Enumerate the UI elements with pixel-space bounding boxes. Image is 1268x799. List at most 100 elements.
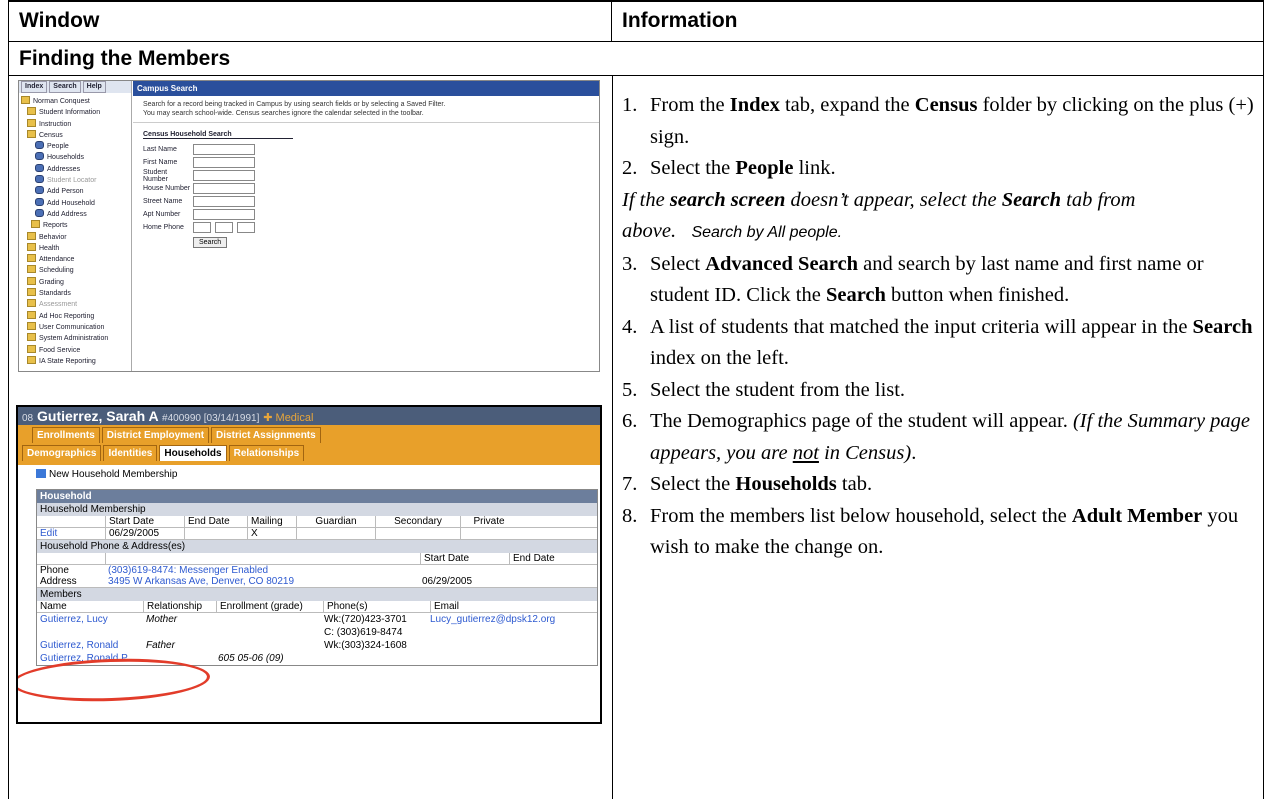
form-row: First Name [143,156,589,169]
tab-search: Search [49,81,81,93]
members-subheader: Members [37,588,597,601]
step-2: 2. Select the People link. [622,157,836,179]
household-band: Household [37,490,597,503]
phone-address-subheader: Household Phone & Address(es) [37,540,597,553]
tab-identities: Identities [103,445,158,461]
search-description-line: Search for a record being tracked in Cam… [143,101,446,108]
tree-item: Food Service [21,344,129,356]
folder-icon [27,254,36,263]
tree-item: Attendance [21,254,129,265]
membership-subheader: Household Membership [37,503,597,516]
campus-search-title: Campus Search [133,81,599,96]
search-note: If the search screen doesn’t appear, sel… [622,188,1136,243]
tree-item: Grading [21,276,129,288]
form-row: Last Name [143,143,589,156]
tab-index: Index [21,81,48,93]
folder-icon [21,96,30,104]
tree-item: Norman Conquest [21,96,129,107]
step-8: 8. From the members list below household,… [622,504,1239,559]
tree-item: Ad Hoc Reporting [21,310,129,322]
street-name-input [193,196,255,207]
tree-item: People [21,141,129,152]
tree-item: Add Address [21,208,129,220]
tree-item: Student Information [21,107,129,118]
tree-item: Addresses [21,163,129,175]
search-button: Search [193,237,228,248]
field-label: House Number [143,185,191,192]
tree-item: Reports [21,220,129,231]
search-description: Search for a record being tracked in Cam… [133,96,599,123]
last-name-input [193,144,255,155]
tree-item: Assessment [21,299,129,310]
form-row: House Number [143,182,589,195]
field-label: Home Phone [143,224,184,231]
header-prefix: 08 [22,413,34,424]
folder-icon [27,276,36,285]
member-name-link: Gutierrez, Ronald [40,640,119,651]
folder-icon [27,265,36,274]
first-name-input [193,157,255,168]
folder-icon [27,107,36,116]
form-row: Street Name [143,195,589,208]
apt-number-input [193,209,255,220]
tree-item: IA State Reporting [21,355,129,367]
step-1: 1. From the Index tab, expand the Census … [622,94,1254,148]
information-column-header: Information [612,0,1263,42]
member-row: Gutierrez, Ronald Father Wk:(303)324-160… [37,639,597,652]
field-label: Street Name [143,198,183,205]
index-tabs: Index Search Help [19,81,131,93]
folder-icon [27,333,36,342]
phone-row: Phone (303)619-8474: Messenger Enabled [40,565,269,576]
field-label: Last Name [143,146,177,153]
folder-icon [27,321,36,330]
folder-icon [27,288,36,297]
tree-item: Instruction [21,118,129,130]
households-screenshot: 08 Gutierrez, Sarah A #400990 [03/14/199… [16,405,602,724]
index-tree: Norman Conquest Student Information Inst… [19,93,131,370]
address-row: Address 3495 W Arkansas Ave, Denver, CO … [37,576,597,588]
member-row: C: (303)619-8474 [324,627,403,638]
tab-row-2: Demographics Identities Households Relat… [22,445,305,461]
folder-icon [27,242,36,251]
person-icon [35,163,44,172]
folder-icon [27,299,36,308]
tree-item: Health [21,242,129,254]
step-3: 3. Select Advanced Search and search by l… [622,252,1204,307]
tree-item: Households [21,152,129,163]
membership-row: Edit 06/29/2005 X [37,528,597,540]
new-household-icon [36,469,46,478]
student-number-input [193,170,255,181]
section-title: Finding the Members [9,42,1263,76]
census-household-search-form: Census Household Search Last Name First … [133,123,599,256]
search-panel: Campus Search Search for a record being … [133,81,599,371]
tree-item: Scheduling [21,265,129,276]
student-meta: #400990 [03/14/1991] [162,413,260,424]
field-label: Student Number [143,168,168,183]
tree-item: Student Locator [21,175,129,186]
tree-item: Standards [21,288,129,299]
tree-item: Census [21,129,129,141]
field-label: First Name [143,159,178,166]
tree-item: Behavior [21,231,129,243]
tab-enrollments: Enrollments [32,427,100,443]
step-4: 4. A list of students that matched the in… [622,315,1253,370]
form-title: Census Household Search [143,131,293,139]
member-name-link: Gutierrez, Lucy [40,614,108,625]
folder-icon [27,129,36,138]
step-5: 5. Select the student from the list. [622,378,906,401]
folder-icon [27,118,36,127]
household-table: Household Household Membership Start Dat… [36,489,598,666]
tab-demographics: Demographics [22,445,102,461]
student-name: Gutierrez, Sarah A [37,408,159,424]
tab-help: Help [82,81,106,93]
person-icon [35,197,44,206]
field-label: Apt Number [143,211,181,218]
person-icon [35,175,44,184]
person-icon [35,208,44,217]
form-row: Apt Number [143,208,589,221]
membership-header-row: Start Date End Date Mailing Guardian Sec… [37,516,597,528]
person-icon [35,152,44,161]
tab-households: Households [159,445,227,461]
tab-district-assignments: District Assignments [211,427,321,443]
instructions: 1. From the Index tab, expand the Census … [612,90,1257,564]
